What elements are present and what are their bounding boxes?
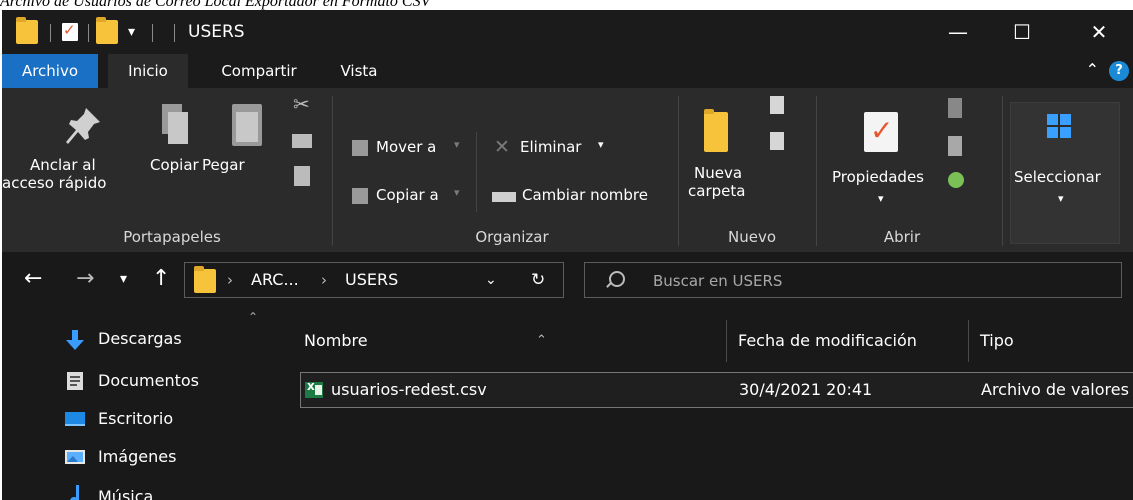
new-item-icon[interactable] <box>770 96 784 114</box>
pin-label-line2: acceso rápido <box>2 174 107 192</box>
edit-icon[interactable] <box>948 136 962 156</box>
minimize-button[interactable]: — <box>927 10 989 54</box>
folder-icon <box>16 17 38 44</box>
nav-item-label: Documentos <box>98 371 200 390</box>
group-label-abrir: Abrir <box>883 228 921 246</box>
copy-to-chevron-icon: ▾ <box>454 186 460 199</box>
file-type: Archivo de valores separados por comas <box>981 380 1133 399</box>
properties-label: Propiedades <box>832 168 924 186</box>
ribbon-tabs: Archivo Inicio Compartir Vista ⌃ ? <box>2 54 1133 88</box>
cut-icon[interactable]: ✂ <box>293 92 310 116</box>
nav-item-imagenes[interactable]: Imágenes <box>2 438 272 476</box>
nav-item-musica[interactable]: Música <box>2 478 272 500</box>
recent-locations-chevron-icon[interactable]: ▾ <box>120 252 127 306</box>
properties-chevron-icon: ▾ <box>878 192 884 205</box>
window-title: USERS <box>188 22 245 42</box>
pin-icon <box>66 108 100 144</box>
tab-archivo[interactable]: Archivo <box>2 54 98 88</box>
group-label-portapapeles: Portapapeles <box>123 228 221 246</box>
tab-vista[interactable]: Vista <box>324 54 394 88</box>
new-folder-quick-icon[interactable] <box>96 17 118 44</box>
download-icon <box>66 330 84 350</box>
address-folder-icon <box>194 266 216 293</box>
file-name: usuarios-redest.csv <box>331 380 487 399</box>
maximize-button[interactable]: ☐ <box>991 10 1053 54</box>
column-header-fecha[interactable]: Fecha de modificación <box>738 320 917 362</box>
nav-item-label: Descargas <box>98 329 182 348</box>
copy-to-icon <box>352 188 368 204</box>
open-icon[interactable] <box>948 98 962 118</box>
easy-access-icon[interactable] <box>770 132 784 150</box>
desktop-icon <box>65 412 85 426</box>
figure-caption: Archivo de Usuarios de Correo Local Expo… <box>0 0 431 10</box>
help-icon[interactable]: ? <box>1109 61 1129 81</box>
column-header-tipo[interactable]: Tipo <box>980 320 1014 362</box>
copy-to-label: Copiar a <box>376 186 439 204</box>
new-folder-label-line1: Nueva <box>694 164 743 182</box>
table-row[interactable]: usuarios-redest.csv 30/4/2021 20:41 Arch… <box>300 372 1133 408</box>
nav-item-descargas[interactable]: Descargas <box>2 320 272 358</box>
tab-inicio[interactable]: Inicio <box>108 54 188 88</box>
breadcrumb-separator-icon[interactable]: › <box>321 263 327 297</box>
copy-label: Copiar <box>150 156 199 174</box>
rename-icon <box>492 192 516 202</box>
paste-shortcut-icon[interactable] <box>294 166 310 186</box>
properties-quick-icon[interactable] <box>62 21 78 41</box>
new-folder-label-line2: carpeta <box>688 182 746 200</box>
nav-item-escritorio[interactable]: Escritorio <box>2 400 272 438</box>
select-grid-icon <box>1047 114 1071 138</box>
address-history-chevron-icon[interactable]: ⌄ <box>485 263 497 297</box>
copy-path-icon[interactable] <box>292 134 312 148</box>
back-arrow-icon[interactable]: ← <box>24 252 42 306</box>
nav-item-label: Música <box>98 487 154 500</box>
file-modified: 30/4/2021 20:41 <box>739 380 873 399</box>
up-arrow-icon[interactable]: ↑ <box>152 252 170 306</box>
forward-arrow-icon[interactable]: → <box>76 252 94 306</box>
move-to-chevron-icon: ▾ <box>454 138 460 151</box>
paste-label: Pegar <box>202 156 245 174</box>
sort-ascending-icon: ⌃ <box>536 333 547 348</box>
navigation-pane: ⌃ Descargas Documentos Escritorio Imágen… <box>2 306 272 500</box>
nav-item-label: Escritorio <box>98 409 174 428</box>
delete-icon: ✕ <box>494 136 510 158</box>
delete-chevron-icon: ▾ <box>598 138 604 151</box>
select-chevron-icon: ▾ <box>1058 192 1064 205</box>
search-box <box>584 262 1122 299</box>
excel-file-icon <box>305 379 323 398</box>
address-bar[interactable]: › ARC... › USERS ⌄ ↻ <box>184 262 564 298</box>
collapse-ribbon-chevron-icon[interactable]: ⌃ <box>1086 60 1099 79</box>
file-explorer-window: ▾ USERS — ☐ ✕ Archivo Inicio Compartir V… <box>2 10 1133 500</box>
music-icon <box>70 485 79 500</box>
pictures-icon <box>65 450 85 464</box>
nav-item-label: Imágenes <box>98 447 177 466</box>
tab-compartir[interactable]: Compartir <box>200 54 318 88</box>
properties-icon: ✓ <box>864 112 898 152</box>
search-input[interactable] <box>651 263 1095 299</box>
select-label: Seleccionar <box>1014 168 1101 186</box>
file-list: Nombre ⌃ Fecha de modificación Tipo usua… <box>272 306 1133 500</box>
breadcrumb-users[interactable]: USERS <box>345 263 398 297</box>
rename-label: Cambiar nombre <box>522 186 648 204</box>
move-to-icon <box>352 140 368 156</box>
document-icon <box>67 372 83 390</box>
delete-label: Eliminar <box>520 138 582 156</box>
navigation-bar: ← → ▾ ↑ › ARC... › USERS ⌄ ↻ <box>2 252 1133 306</box>
new-folder-icon <box>704 109 728 152</box>
column-header-nombre[interactable]: Nombre ⌃ <box>304 320 724 362</box>
ribbon: Anclar al acceso rápido Copiar Pegar ✂ P… <box>2 88 1133 253</box>
group-label-nuevo: Nuevo <box>727 228 776 246</box>
customize-toolbar-chevron-icon[interactable]: ▾ <box>128 10 135 54</box>
title-bar: ▾ USERS — ☐ ✕ <box>2 10 1133 54</box>
search-icon <box>609 271 625 287</box>
refresh-icon[interactable]: ↻ <box>531 263 545 297</box>
move-to-label: Mover a <box>376 138 437 156</box>
column-header-label: Nombre <box>304 331 368 350</box>
nav-item-documentos[interactable]: Documentos <box>2 362 272 400</box>
history-icon[interactable] <box>948 172 964 188</box>
group-label-organizar: Organizar <box>475 228 549 246</box>
close-button[interactable]: ✕ <box>1068 10 1130 54</box>
breadcrumb-arc[interactable]: ARC... <box>251 263 299 297</box>
breadcrumb-separator-icon[interactable]: › <box>227 263 233 297</box>
pin-label-line1: Anclar al <box>30 156 96 174</box>
